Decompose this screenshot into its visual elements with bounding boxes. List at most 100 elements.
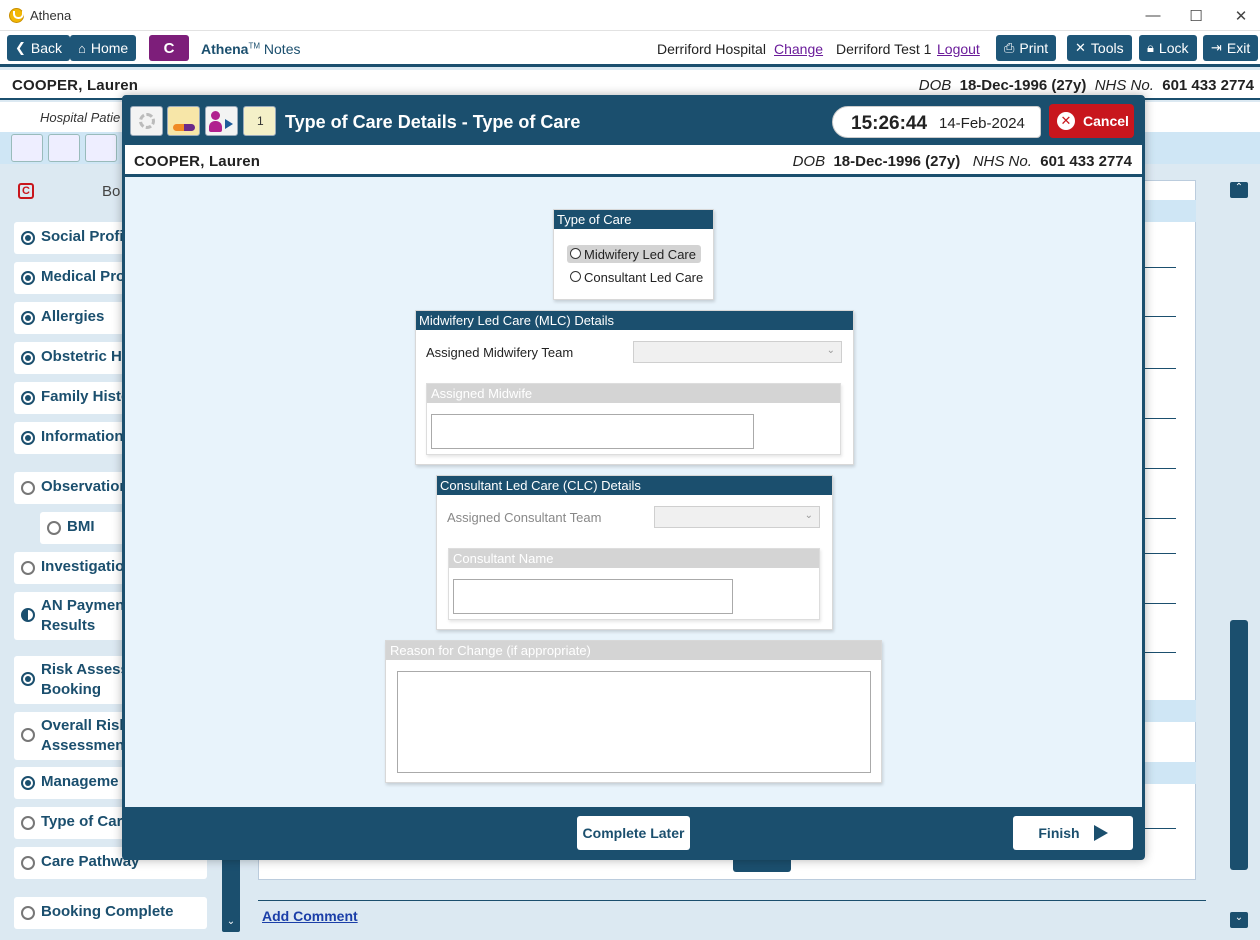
clc-heading: Consultant Led Care (CLC) Details (437, 476, 832, 495)
reason-for-change-panel: Reason for Change (if appropriate) (385, 640, 882, 783)
consultant-led-radio[interactable] (570, 271, 581, 282)
sidebar-item-label: Obstetric H (41, 348, 122, 365)
sidebar-header-label: Bo (102, 183, 121, 200)
content-stripe (1144, 700, 1196, 722)
sidebar-item-label: Family Histo (41, 388, 131, 405)
brand-name: Athena (201, 41, 249, 57)
scroll-up-icon[interactable]: ⌃ (1230, 182, 1248, 198)
mlc-details-panel: Midwifery Led Care (MLC) Details Assigne… (415, 310, 854, 465)
patient-info: DOB 18-Dec-1996 (27y) NHS No. 601 433 27… (919, 77, 1254, 94)
calendar-icon[interactable]: 1 (243, 106, 276, 136)
cancel-label: Cancel (1083, 113, 1129, 129)
sidebar-item-label: BMI (67, 518, 95, 535)
logout-link[interactable]: Logout (937, 41, 980, 57)
sidebar-item-label: Medical Pro (41, 268, 126, 285)
status-radio-icon (21, 776, 35, 790)
type-of-care-panel: Type of Care Midwifery Led Care Consulta… (553, 209, 714, 300)
medication-pill-icon[interactable] (48, 134, 80, 162)
cancel-x-icon: ✕ (1057, 112, 1075, 130)
patient-person-icon[interactable] (85, 134, 117, 162)
clock-time: 15:26:44 (851, 113, 928, 134)
dob-label: DOB (792, 153, 826, 170)
sidebar-item-label-line2: Booking (41, 681, 101, 698)
sidebar-item-label: AN Paymen (41, 597, 125, 614)
dob-value: 18-Dec-1996 (27y) (833, 153, 961, 170)
midwifery-team-select[interactable]: ⌄ (633, 341, 842, 363)
consultant-team-select[interactable]: ⌄ (654, 506, 820, 528)
status-radio-icon (21, 608, 35, 622)
home-icon: ⌂ (78, 40, 86, 56)
close-window-button[interactable]: ✕ (1218, 0, 1260, 31)
tools-icon: ✕ (1075, 40, 1086, 55)
mlc-heading: Midwifery Led Care (MLC) Details (416, 311, 853, 330)
finish-button[interactable]: Finish (1013, 816, 1133, 850)
settings-gear-icon[interactable] (130, 106, 163, 136)
athena-logo-icon (9, 8, 24, 23)
print-button[interactable]: ⎙ Print (996, 35, 1057, 61)
status-radio-icon (21, 728, 35, 742)
tools-label: Tools (1090, 40, 1124, 56)
add-comment-link[interactable]: Add Comment (262, 908, 358, 924)
scroll-down-icon[interactable]: ⌄ (222, 916, 240, 932)
tools-button[interactable]: ✕ Tools (1067, 35, 1132, 61)
brand-title: AthenaTM Notes (201, 41, 300, 57)
maximize-button[interactable]: ☐ (1173, 0, 1219, 31)
status-radio-icon (21, 672, 35, 686)
dialog-patient-banner: COOPER, Lauren DOB 18-Dec-1996 (27y) NHS… (125, 145, 1142, 177)
status-radio-icon (21, 816, 35, 830)
exit-button[interactable]: ⇥ Exit (1203, 35, 1259, 61)
scroll-down-icon[interactable]: ⌄ (1230, 912, 1248, 928)
complete-later-button[interactable]: Complete Later (577, 816, 690, 850)
c-badge-icon: C (18, 183, 34, 199)
finish-label: Finish (1038, 825, 1080, 841)
sidebar-item-label: Information (41, 428, 124, 445)
assigned-midwife-heading: Assigned Midwife (427, 384, 840, 403)
play-arrow-icon (1093, 825, 1108, 841)
midwifery-team-label: Assigned Midwifery Team (426, 345, 574, 360)
midwifery-led-label[interactable]: Midwifery Led Care (584, 247, 696, 262)
reason-textarea[interactable] (397, 671, 871, 773)
type-of-care-dialog: 1 Type of Care Details - Type of Care 15… (122, 95, 1145, 860)
hidden-button-edge[interactable] (733, 858, 791, 872)
c-button[interactable]: C (149, 35, 189, 61)
consultant-name-heading: Consultant Name (449, 549, 819, 568)
content-stripe (1144, 200, 1196, 222)
sidebar-item-label: Investigatio (41, 558, 125, 575)
sidebar-item-label: Risk Assess (41, 661, 129, 678)
midwifery-led-radio[interactable] (570, 248, 581, 259)
chevron-down-icon: ⌄ (804, 510, 813, 521)
home-button[interactable]: ⌂ Home (70, 35, 137, 61)
consultant-name-group: Consultant Name (448, 548, 820, 620)
scroll-thumb[interactable] (1230, 620, 1248, 870)
right-scrollbar[interactable]: ⌃ ⌄ (1230, 180, 1250, 932)
exit-icon: ⇥ (1211, 40, 1222, 55)
brand-suffix: Notes (263, 41, 301, 57)
assigned-midwife-input[interactable] (431, 414, 754, 449)
content-stripe (1144, 762, 1196, 784)
status-radio-icon (21, 351, 35, 365)
status-radio-icon (21, 431, 35, 445)
clock-date: 14-Feb-2024 (939, 115, 1025, 132)
home-label: Home (90, 40, 129, 56)
back-button[interactable]: ❮ Back (7, 35, 71, 61)
consultant-name-input[interactable] (453, 579, 733, 614)
patient-name: COOPER, Lauren (12, 77, 139, 94)
minimize-button[interactable]: — (1130, 0, 1176, 31)
dialog-patient-info: DOB 18-Dec-1996 (27y) NHS No. 601 433 27… (793, 153, 1132, 170)
lock-button[interactable]: 🔒︎ Lock (1139, 35, 1197, 61)
consultant-led-label[interactable]: Consultant Led Care (584, 270, 703, 285)
medication-pill-icon[interactable] (167, 106, 200, 136)
cancel-button[interactable]: ✕ Cancel (1049, 104, 1134, 138)
sidebar-item-label: Allergies (41, 308, 105, 325)
sidebar-item[interactable]: Booking Complete (14, 897, 207, 929)
lock-icon: 🔒︎ (1147, 40, 1154, 55)
lock-label: Lock (1158, 40, 1189, 56)
window-title: Athena (30, 8, 72, 23)
sidebar-item-label: Booking Complete (41, 903, 174, 920)
nhs-label: NHS No. (1094, 77, 1154, 94)
patient-person-icon[interactable] (205, 106, 238, 136)
change-hospital-link[interactable]: Change (774, 41, 823, 57)
settings-gear-icon[interactable] (11, 134, 43, 162)
sidebar-item-label: Overall Risk (41, 717, 128, 734)
dialog-title: Type of Care Details - Type of Care (285, 112, 581, 132)
